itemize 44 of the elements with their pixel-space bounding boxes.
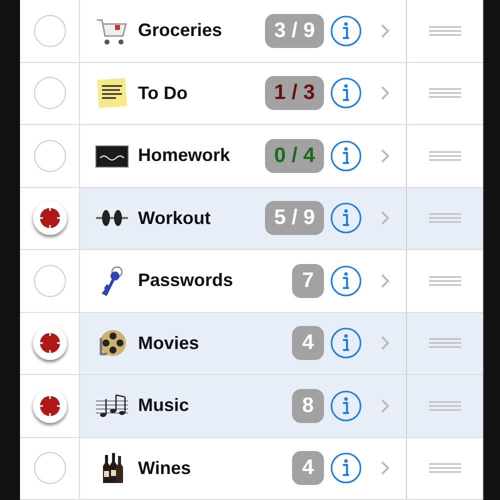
count-badge: 8 bbox=[292, 388, 324, 423]
count-badge: 3 / 9 bbox=[265, 14, 324, 48]
reorder-handle-icon[interactable] bbox=[429, 400, 461, 411]
list-name: Wines bbox=[138, 458, 192, 479]
count-badge: 0 / 4 bbox=[265, 138, 324, 173]
info-icon[interactable] bbox=[330, 264, 362, 297]
chevron-icon[interactable] bbox=[380, 398, 390, 414]
list-name: Workout bbox=[138, 208, 212, 229]
reorder-handle-icon[interactable] bbox=[429, 463, 461, 474]
info-icon[interactable] bbox=[330, 77, 362, 110]
info-icon[interactable] bbox=[330, 14, 362, 47]
selection-button[interactable] bbox=[32, 388, 66, 423]
chevron-icon[interactable] bbox=[380, 210, 390, 226]
list-name: Music bbox=[138, 395, 190, 416]
list-name: Homework bbox=[138, 145, 232, 166]
reorder-handle-icon[interactable] bbox=[429, 276, 461, 286]
info-icon[interactable] bbox=[330, 452, 362, 484]
chevron-icon[interactable] bbox=[380, 335, 390, 352]
reorder-handle-icon[interactable] bbox=[429, 150, 461, 161]
selection-button[interactable] bbox=[32, 201, 66, 236]
list-name: To Do bbox=[138, 82, 189, 104]
sticky-note-icon bbox=[95, 76, 129, 110]
selection-button[interactable] bbox=[32, 326, 66, 360]
info-icon[interactable] bbox=[330, 327, 362, 360]
reorder-handle-icon[interactable] bbox=[429, 26, 461, 36]
reorder-handle-icon[interactable] bbox=[429, 88, 461, 98]
info-icon[interactable] bbox=[330, 390, 362, 422]
chevron-icon[interactable] bbox=[380, 148, 390, 164]
count-badge: 1 / 3 bbox=[265, 76, 324, 110]
reorder-handle-icon[interactable] bbox=[429, 338, 461, 348]
chevron-icon[interactable] bbox=[380, 85, 390, 102]
chevron-icon[interactable] bbox=[380, 272, 390, 289]
chevron-icon[interactable] bbox=[380, 460, 390, 476]
info-icon[interactable] bbox=[330, 202, 362, 234]
count-badge: 4 bbox=[292, 451, 324, 486]
chevron-icon[interactable] bbox=[380, 22, 390, 39]
list-name: Movies bbox=[138, 332, 200, 354]
reorder-handle-icon[interactable] bbox=[429, 213, 461, 224]
list-name: Groceries bbox=[138, 20, 224, 42]
count-badge: 4 bbox=[292, 326, 324, 360]
count-badge: 5 / 9 bbox=[265, 201, 324, 236]
info-icon[interactable] bbox=[330, 140, 362, 172]
list-name: Passwords bbox=[138, 270, 234, 292]
count-badge: 7 bbox=[292, 264, 324, 298]
